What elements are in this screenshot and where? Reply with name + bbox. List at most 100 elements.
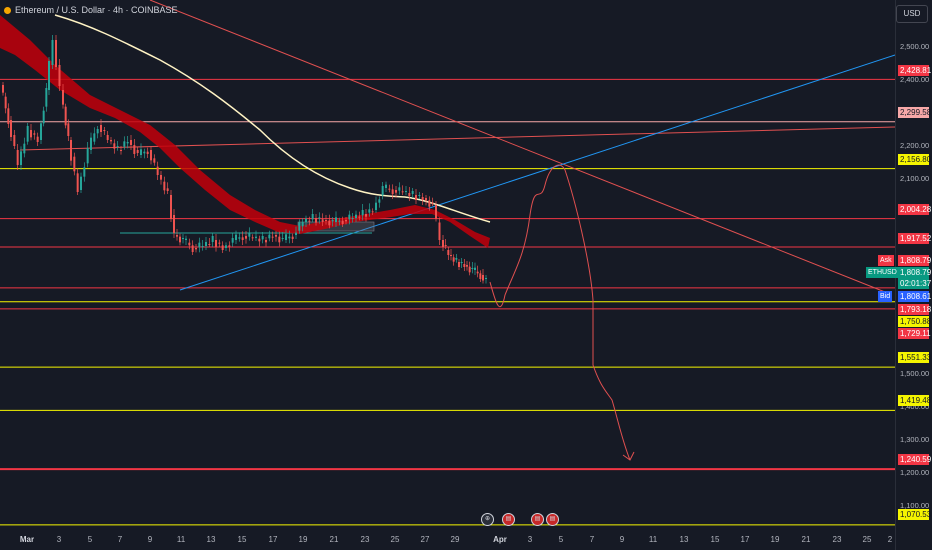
candle-body <box>2 85 4 93</box>
candle-body <box>291 236 294 239</box>
flag-event-icon[interactable]: ▤ <box>546 513 559 526</box>
candle-body <box>378 199 381 203</box>
time-tick: 21 <box>801 535 811 544</box>
candle-body <box>211 236 214 242</box>
time-tick: 3 <box>527 535 533 544</box>
candle-body <box>447 250 450 255</box>
price-tick: 1,200.00 <box>900 468 930 477</box>
candle-body <box>479 273 482 279</box>
candle-body <box>146 151 149 154</box>
candle-body <box>62 90 64 105</box>
candle-body <box>51 40 54 65</box>
time-tick: 23 <box>360 535 370 544</box>
candle-body <box>238 237 241 239</box>
candle-body <box>96 129 99 134</box>
candle-body <box>198 242 201 248</box>
price-tick: 1,500.00 <box>900 369 930 378</box>
candle-body <box>116 146 119 147</box>
symbol-title[interactable]: Ethereum / U.S. Dollar · 4h · COINBASE <box>15 5 178 15</box>
candle-body <box>208 244 211 245</box>
candle-body <box>23 143 26 154</box>
candle-body <box>58 65 61 86</box>
time-tick: 23 <box>832 535 842 544</box>
time-tick: 9 <box>619 535 625 544</box>
candle-body <box>295 232 297 235</box>
candle-body <box>16 150 19 165</box>
dividend-event-icon[interactable]: ⊕ <box>481 513 494 526</box>
candle-body <box>355 214 357 218</box>
candle-body <box>466 265 468 267</box>
candle-body <box>90 137 92 150</box>
candle-body <box>261 236 264 240</box>
price-tick: 2,100.00 <box>900 174 930 183</box>
candle-body <box>435 205 437 219</box>
time-tick: 17 <box>268 535 278 544</box>
candle-body <box>241 237 244 240</box>
candle-body <box>255 236 257 238</box>
flag-event-icon[interactable]: ▤ <box>502 513 515 526</box>
candle-body <box>325 220 327 221</box>
candle-body <box>103 130 106 131</box>
candle-body <box>338 220 341 222</box>
candle-body <box>421 197 424 200</box>
candle-body <box>460 262 463 263</box>
candle-body <box>281 238 284 239</box>
candle-body <box>388 188 391 190</box>
candle-body <box>156 166 159 175</box>
candle-body <box>425 198 427 201</box>
price-label: 1,917.52 <box>898 233 932 244</box>
candle-body <box>442 240 444 247</box>
candle-body <box>418 195 421 196</box>
candle-body <box>160 175 162 180</box>
time-tick: 11 <box>648 535 658 544</box>
candle-body <box>225 245 227 248</box>
price-label: 1,551.33 <box>898 352 932 363</box>
time-tick: 11 <box>176 535 186 544</box>
time-tick: 5 <box>558 535 564 544</box>
candle-body <box>358 216 361 218</box>
candle-body <box>275 235 277 237</box>
price-chart[interactable] <box>0 0 932 550</box>
candle-body <box>170 195 172 219</box>
candle-body <box>191 245 194 252</box>
candle-body <box>258 238 261 242</box>
candle-body <box>120 150 122 151</box>
candle-body <box>182 238 184 239</box>
candle-body <box>221 245 224 250</box>
currency-button[interactable]: USD <box>896 5 928 23</box>
candle-body <box>163 181 166 191</box>
time-tick: 15 <box>710 535 720 544</box>
price-label: 1,750.88 <box>898 316 932 327</box>
candle-body <box>33 133 36 135</box>
candle-body <box>13 135 16 146</box>
candle-body <box>485 278 487 279</box>
candle-body <box>30 130 32 138</box>
last-price-label: 1,808.79 <box>898 267 932 278</box>
candle-body <box>231 238 234 243</box>
candle-body <box>123 141 126 147</box>
candle-body <box>455 258 458 260</box>
price-label: 1,419.48 <box>898 395 932 406</box>
candle-body <box>42 110 45 124</box>
candle-body <box>215 240 217 247</box>
candle-body <box>444 245 447 246</box>
candle-body <box>474 267 476 270</box>
time-tick: 19 <box>298 535 308 544</box>
candle-body <box>415 195 417 200</box>
candle-body <box>452 257 455 262</box>
candle-body <box>371 211 374 213</box>
candle-body <box>385 184 387 188</box>
candle-body <box>438 222 441 240</box>
candle-body <box>48 61 50 90</box>
candle-body <box>140 149 142 155</box>
candle-body <box>228 245 231 247</box>
candle-body <box>86 148 89 164</box>
candle-body <box>4 96 7 109</box>
flag-event-icon[interactable]: ▤ <box>531 513 544 526</box>
price-label: 2,428.81 <box>898 65 932 76</box>
time-tick: 17 <box>740 535 750 544</box>
candle-body <box>375 202 377 210</box>
price-tick: 2,200.00 <box>900 141 930 150</box>
candle-body <box>311 214 314 220</box>
candle-body <box>471 268 474 269</box>
